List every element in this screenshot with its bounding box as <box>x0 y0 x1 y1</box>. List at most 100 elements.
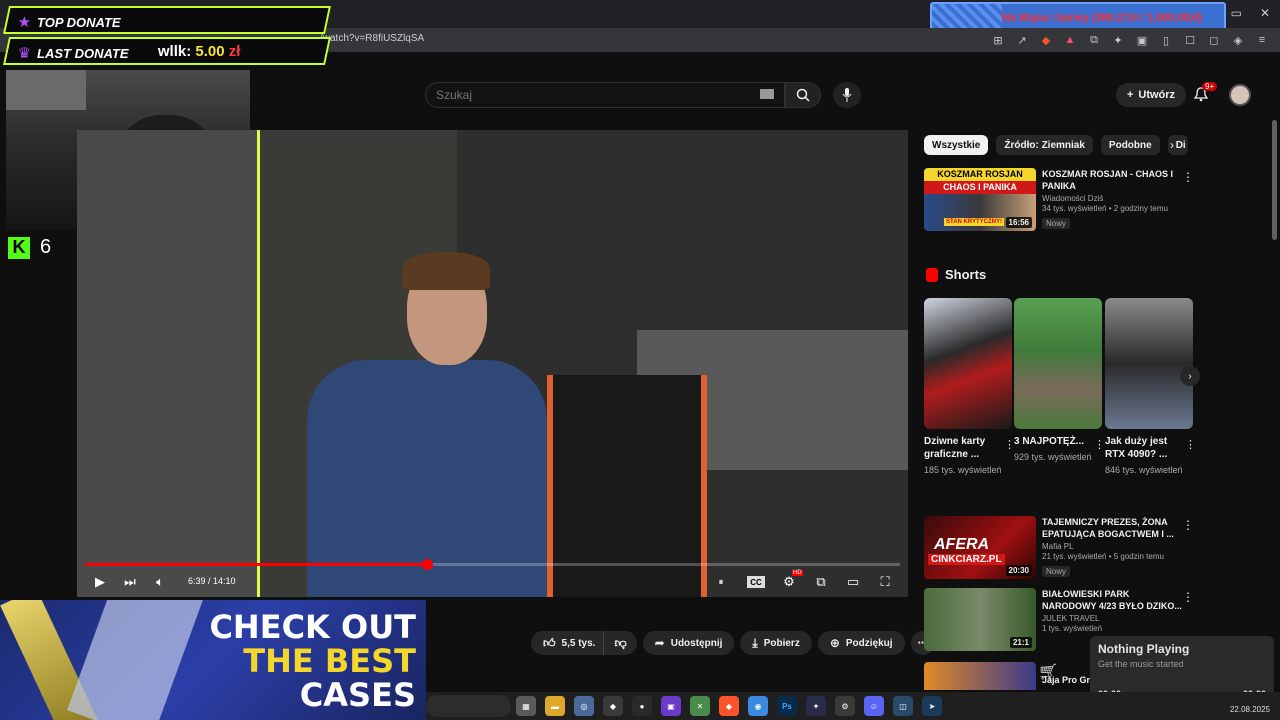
more-vertical-icon[interactable]: ⋮ <box>1182 170 1194 184</box>
video-actions: 👍︎ 5,5 tys. 👎︎ ➦ Udostępnij ⤓ Pobierz ⊕ … <box>531 631 935 655</box>
notifications-button[interactable]: 9+ <box>1193 82 1218 104</box>
obs-icon[interactable]: ● <box>632 696 652 716</box>
share-button[interactable]: ➦ Udostępnij <box>642 631 735 655</box>
video-thumbnail[interactable]: AFERA CINKCIARZ.PL 20:30 <box>924 516 1036 579</box>
channel-name[interactable]: Mafia PL <box>1042 542 1182 551</box>
channel-name[interactable]: Wiadomości Dziś <box>1042 194 1182 203</box>
channel-name[interactable]: JULEK TRAVEL <box>1042 614 1182 623</box>
thumbs-up-icon: 👍︎ <box>543 635 556 650</box>
url-text[interactable]: /watch?v=R8fiUSZlqSA <box>320 33 424 44</box>
sidebar-icon[interactable]: ▯ <box>1158 32 1174 48</box>
chevron-right-icon[interactable]: › <box>1180 366 1200 386</box>
rewards-icon[interactable]: ▲ <box>1062 32 1078 48</box>
wallet-icon[interactable]: ◻ <box>1206 32 1222 48</box>
video-thumbnail[interactable]: KOSZMAR ROSJAN CHAOS I PANIKA STAN KRYTY… <box>924 168 1036 231</box>
play-icon[interactable]: ▶ <box>92 572 108 592</box>
short-item[interactable]: 3 NAJPOTĘŻ... 929 tys. wyświetleń ⋮ <box>1014 298 1105 464</box>
taskbar-icons: ▦ ▬ ◎ ◆ ● ▣ ✕ ◆ ◉ Ps ✦ ⚙ ☺ ◫ ➤ <box>516 696 942 716</box>
short-thumbnail[interactable] <box>1105 298 1193 429</box>
thumbs-down-icon: 👎︎ <box>614 635 627 650</box>
brave-browser-icon[interactable]: ◆ <box>719 696 739 716</box>
list-item[interactable]: KOSZMAR ROSJAN CHAOS I PANIKA STAN KRYTY… <box>924 168 1269 234</box>
scrollbar[interactable] <box>1272 120 1277 240</box>
chip-all[interactable]: Wszystkie <box>924 135 989 155</box>
app-icon[interactable]: ✦ <box>806 696 826 716</box>
steam-controller-icon[interactable]: ⚙ <box>835 696 855 716</box>
donation-goal-text: Na Wąsa i barwy (380.27zł / 1,000.00zł) <box>1002 12 1202 24</box>
video-title[interactable]: TAJEMNICZY PREZES, ŻONA EPATUJĄCA BOGACT… <box>1042 516 1182 540</box>
subtitles-button[interactable]: CC <box>747 576 765 588</box>
volume-icon[interactable]: 🔈︎ <box>152 572 168 592</box>
list-item[interactable]: AFERA CINKCIARZ.PL 20:30 TAJEMNICZY PREZ… <box>924 516 1269 582</box>
voice-search-button[interactable] <box>833 82 861 108</box>
taskbar-search[interactable] <box>426 695 511 717</box>
thanks-icon: ⊕ <box>829 636 840 650</box>
short-title[interactable]: Dziwne karty graficzne ... <box>924 435 1002 461</box>
store-icon[interactable]: ◫ <box>893 696 913 716</box>
short-item[interactable]: Jak duży jest RTX 4090? ... 846 tys. wyś… <box>1105 298 1196 477</box>
short-item[interactable]: Dziwne karty graficzne ... 185 tys. wyśw… <box>924 298 1015 477</box>
discord-icon[interactable]: ☺ <box>864 696 884 716</box>
twitch-icon[interactable]: ▣ <box>661 696 681 716</box>
window-controls: ▭ ✕ <box>1231 6 1270 20</box>
steam-icon[interactable]: ➤ <box>922 696 942 716</box>
search-input[interactable] <box>426 83 726 107</box>
top-donate-label: TOP DONATE <box>37 14 121 30</box>
short-thumbnail[interactable] <box>924 298 1012 429</box>
create-button[interactable]: + Utwórz <box>1116 83 1186 107</box>
theater-mode-icon[interactable]: ▭ <box>844 572 862 592</box>
menu-icon[interactable]: ≡ <box>1254 32 1270 48</box>
more-vertical-icon[interactable]: ⋮ <box>1094 438 1105 451</box>
chip-source[interactable]: Źródło: Ziemniak <box>996 135 1093 155</box>
thanks-button[interactable]: ⊕ Podziękuj <box>817 631 905 655</box>
next-icon[interactable]: ⏭ <box>122 572 138 592</box>
cube-icon[interactable]: ◆ <box>603 696 623 716</box>
video-title[interactable]: BIAŁOWIESKI PARK NARODOWY 4/23 BYŁO DZIK… <box>1042 588 1182 612</box>
extension-icon[interactable]: ✦ <box>1110 32 1126 48</box>
keyboard-icon[interactable] <box>760 89 774 99</box>
extension-icon[interactable]: ⧉ <box>1086 32 1102 48</box>
download-button[interactable]: ⤓ Pobierz <box>740 631 812 655</box>
chevron-right-icon[interactable]: › <box>1170 138 1174 152</box>
chrome-icon[interactable]: ◉ <box>748 696 768 716</box>
chip-similar[interactable]: Podobne <box>1100 135 1160 155</box>
video-player[interactable] <box>77 130 908 597</box>
video-duration: 16:56 <box>1005 217 1032 228</box>
more-vertical-icon[interactable]: ⋮ <box>1182 518 1194 532</box>
avatar[interactable] <box>1229 84 1251 106</box>
short-views: 846 tys. wyświetleń <box>1105 465 1183 475</box>
share-icon[interactable]: ↗ <box>1014 32 1030 48</box>
autoplay-toggle[interactable]: ⏸ <box>710 572 732 592</box>
folder-icon[interactable]: ▬ <box>545 696 565 716</box>
plus-icon: + <box>1126 89 1134 101</box>
more-vertical-icon[interactable]: ⋮ <box>1185 438 1196 451</box>
restore-window-icon[interactable]: ▭ <box>1231 6 1242 20</box>
bookmarks-icon[interactable]: ☐ <box>1182 32 1198 48</box>
shorts-logo-icon <box>926 267 938 282</box>
video-thumbnail[interactable]: 21:1 <box>924 588 1036 651</box>
video-title[interactable]: KOSZMAR ROSJAN - CHAOS I PANIKA <box>1042 168 1182 192</box>
crossed-icon[interactable]: ✕ <box>690 696 710 716</box>
last-donate-box: ♛ LAST DONATE wllk: 5.00 zł <box>3 37 331 65</box>
brave-shield-icon[interactable]: ◆ <box>1038 32 1054 48</box>
like-button[interactable]: 👍︎ 5,5 tys. <box>531 631 604 655</box>
vpn-icon[interactable]: ◈ <box>1230 32 1246 48</box>
video-progress-bar[interactable] <box>85 559 900 570</box>
progress-played <box>85 563 428 566</box>
fullscreen-icon[interactable]: ⛶ <box>876 572 894 592</box>
photoshop-icon[interactable]: Ps <box>777 696 797 716</box>
search-box[interactable] <box>425 82 785 108</box>
short-title[interactable]: Jak duży jest RTX 4090? ... <box>1105 435 1183 461</box>
short-title[interactable]: 3 NAJPOTĘŻ... <box>1014 435 1092 448</box>
screenshot-icon[interactable]: ▣ <box>1134 32 1150 48</box>
more-vertical-icon[interactable]: ⋮ <box>1182 590 1194 604</box>
camera-icon[interactable]: ◎ <box>574 696 594 716</box>
video-thumbnail[interactable] <box>924 662 1036 690</box>
short-thumbnail[interactable] <box>1014 298 1102 429</box>
task-view-icon[interactable]: ▦ <box>516 696 536 716</box>
dislike-button[interactable]: 👎︎ <box>603 631 637 655</box>
search-button[interactable] <box>785 82 821 108</box>
miniplayer-icon[interactable]: ⧉ <box>812 572 830 592</box>
install-app-icon[interactable]: ⊞ <box>990 32 1006 48</box>
close-window-icon[interactable]: ✕ <box>1260 6 1270 20</box>
